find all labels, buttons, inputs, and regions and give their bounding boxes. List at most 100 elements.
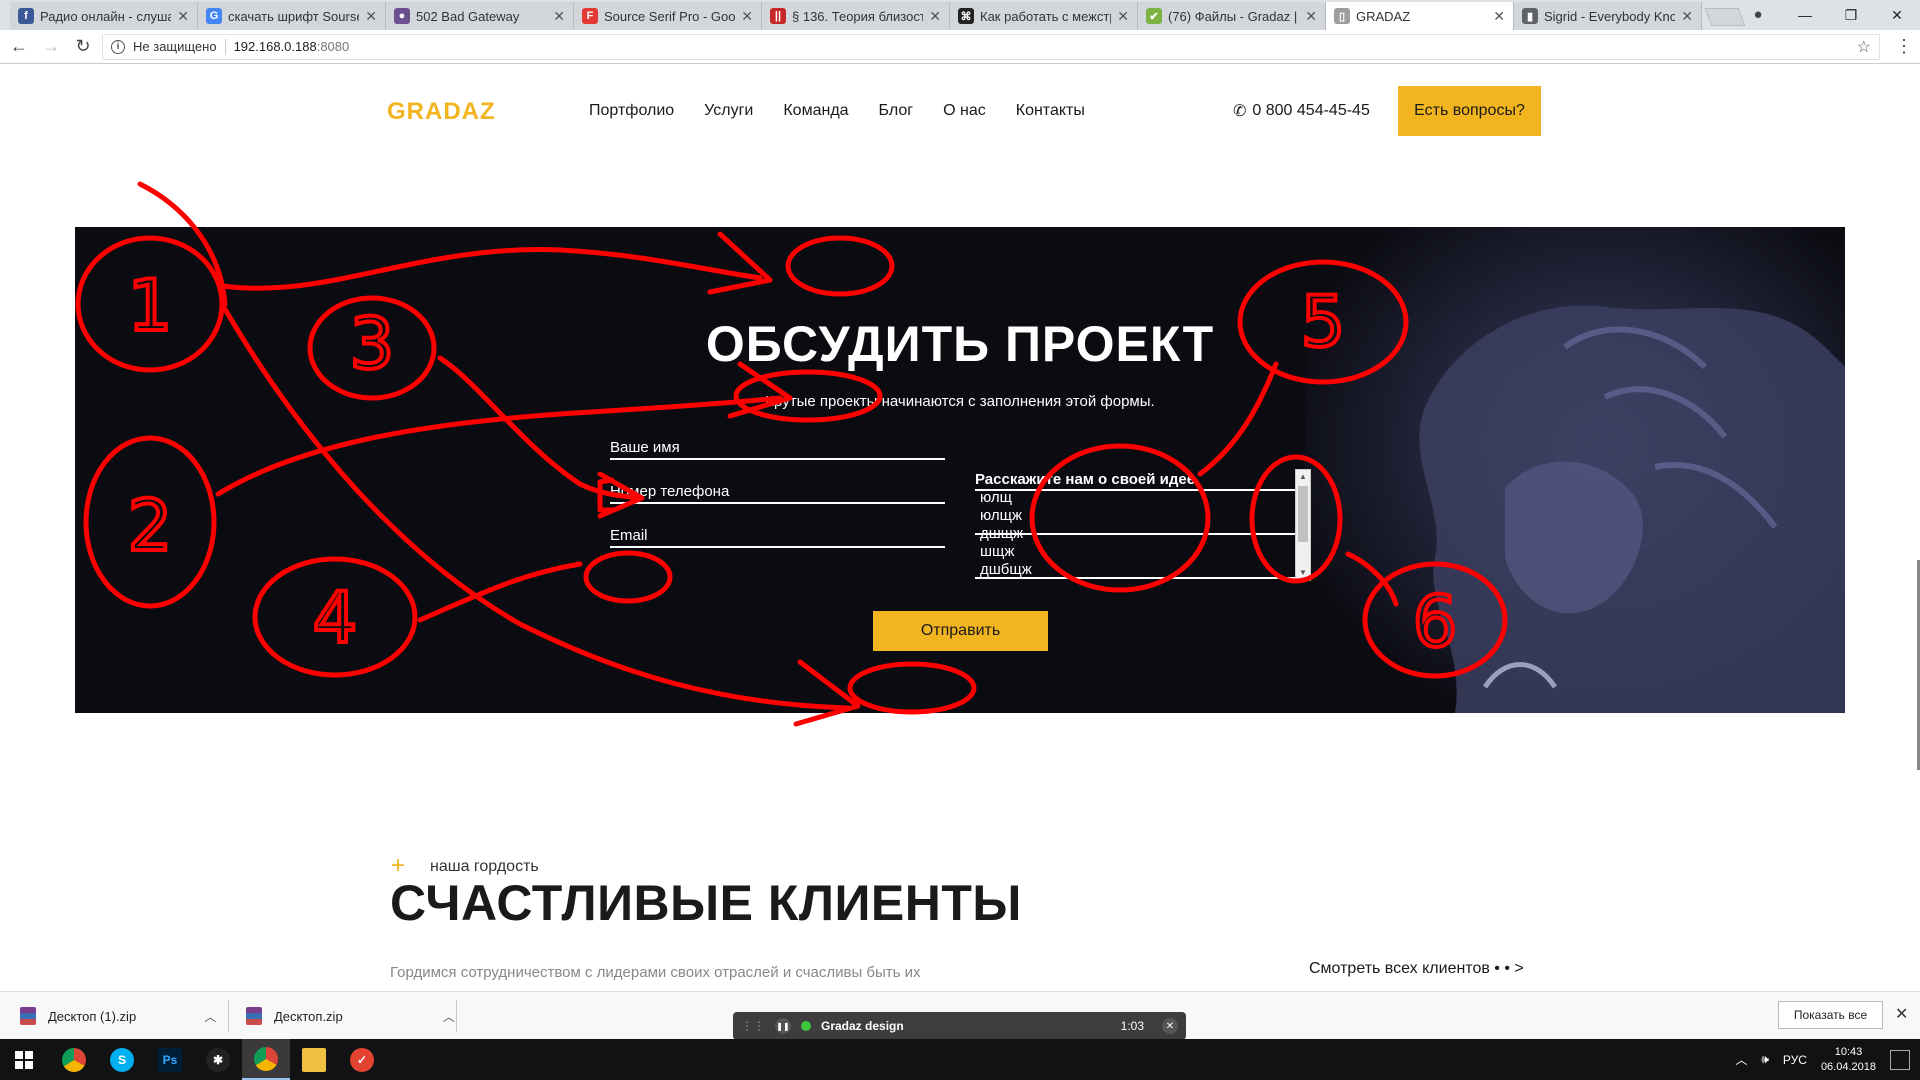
clock-time: 10:43 <box>1834 1045 1863 1058</box>
browser-tab-strip: f Радио онлайн - слуша ✕ Gскачать шрифт Sou… <box>0 0 1920 30</box>
todoist-icon[interactable]: ✓ <box>338 1039 386 1080</box>
close-window-icon[interactable]: ✕ <box>1874 0 1920 30</box>
email-field[interactable]: Email <box>610 524 945 548</box>
questions-button[interactable]: Есть вопросы? <box>1398 86 1541 136</box>
back-icon[interactable]: ← <box>6 34 32 60</box>
nav-item-blog[interactable]: Блог <box>879 102 914 120</box>
idea-textarea[interactable]: Расскажите нам о своей идее юлщ юлщж дшщ… <box>975 469 1311 581</box>
profile-icon[interactable]: ● <box>1748 4 1768 24</box>
nav-item-portfolio[interactable]: Портфолио <box>589 102 674 120</box>
idea-text: юлщ юлщж дшщж шщж дшбщж <box>980 489 1032 579</box>
browser-tab[interactable]: || § 136. Теория близост ✕ <box>762 2 950 30</box>
show-all-button[interactable]: Показать все <box>1778 1001 1883 1029</box>
idea-line: дшбщж <box>980 561 1032 578</box>
browser-tab[interactable]: f Радио онлайн - слуша ✕ <box>10 2 198 30</box>
browser-tab[interactable]: Gскачать шрифт Sourse ✕ <box>198 2 386 30</box>
tab-close-icon[interactable]: ✕ <box>365 8 377 25</box>
chrome-active-icon[interactable] <box>242 1039 290 1080</box>
language-indicator[interactable]: РУС <box>1783 1053 1807 1067</box>
scroll-down-icon[interactable]: ▼ <box>1296 566 1310 580</box>
idea-line: юлщж <box>980 507 1023 524</box>
idea-line: шщж <box>980 543 1015 560</box>
browser-tab[interactable]: ▯ GRADAZ ✕ <box>1326 2 1514 30</box>
site-logo[interactable]: GRADAZ <box>387 98 496 126</box>
contact-banner: ОБСУДИТЬ ПРОЕКТ Крутые проекты начинаютс… <box>75 227 1845 713</box>
speaker-icon[interactable]: 🕪 <box>1761 1052 1769 1067</box>
nav-item-about[interactable]: О нас <box>943 102 986 120</box>
name-label: Ваше имя <box>610 439 680 456</box>
sculpture-image <box>1305 227 1845 713</box>
nav-item-contacts[interactable]: Контакты <box>1016 102 1085 120</box>
pause-icon[interactable]: ❚❚ <box>775 1018 791 1034</box>
minimize-icon[interactable]: — <box>1782 0 1828 30</box>
tab-close-icon[interactable]: ✕ <box>741 8 753 25</box>
forward-icon[interactable]: → <box>38 34 64 60</box>
tab-title: GRADAZ <box>1356 8 1411 24</box>
tab-title: § 136. Теория близост <box>792 8 924 24</box>
tab-close-icon[interactable]: ✕ <box>1493 8 1505 25</box>
download-item[interactable]: Десктоп (1).zip ︿ <box>20 1000 216 1032</box>
bookmark-star-icon[interactable]: ☆ <box>1857 37 1871 57</box>
tab-favicon-icon: f <box>18 8 34 24</box>
browser-tab[interactable]: ● 502 Bad Gateway ✕ <box>386 2 574 30</box>
clients-title: СЧАСТЛИВЫЕ КЛИЕНТЫ <box>390 875 1022 931</box>
phone-icon: ✆ <box>1233 103 1247 120</box>
clock-date: 06.04.2018 <box>1820 1060 1876 1073</box>
photoshop-icon[interactable]: Ps <box>146 1039 194 1080</box>
window-controls: — ❐ ✕ <box>1782 0 1920 30</box>
chevron-up-icon[interactable]: ︿ <box>1735 1051 1747 1068</box>
nav-item-services[interactable]: Услуги <box>704 102 753 120</box>
name-field[interactable]: Ваше имя <box>610 436 945 460</box>
download-item[interactable]: Десктоп.zip ︿ <box>246 1000 455 1032</box>
scroll-up-icon[interactable]: ▲ <box>1296 470 1310 484</box>
url-input[interactable]: i Не защищено 192.168.0.188:8080 ☆ <box>102 33 1880 60</box>
idea-label: Расскажите нам о своей идее <box>975 471 1196 488</box>
all-clients-link[interactable]: Смотреть всех клиентов • • > <box>1309 960 1524 978</box>
tab-favicon-icon: G <box>206 8 222 24</box>
chevron-up-icon[interactable]: ︿ <box>204 1008 216 1025</box>
downloads-shelf: Десктоп (1).zip ︿ Десктоп.zip ︿ ⋮⋮ ❚❚ Gr… <box>0 991 1920 1040</box>
tab-favicon-icon: F <box>582 8 598 24</box>
email-label: Email <box>610 527 648 544</box>
restore-icon[interactable]: ❐ <box>1828 0 1874 30</box>
close-icon[interactable]: ✕ <box>1162 1018 1178 1034</box>
info-icon[interactable]: i <box>111 39 125 54</box>
web-page: GRADAZ Портфолио Услуги Команда Блог О н… <box>0 64 1920 991</box>
file-explorer-icon[interactable] <box>290 1039 338 1080</box>
browser-tab[interactable]: ⌘ Как работать с межстр ✕ <box>950 2 1138 30</box>
slack-icon[interactable]: ✱ <box>194 1039 242 1080</box>
tab-close-icon[interactable]: ✕ <box>1305 8 1317 25</box>
windows-start-icon[interactable] <box>0 1039 48 1080</box>
phone-link[interactable]: ✆ 0 800 454-45-45 <box>1233 101 1370 121</box>
tab-close-icon[interactable]: ✕ <box>177 8 189 25</box>
chevron-up-icon[interactable]: ︿ <box>443 1008 455 1025</box>
clock[interactable]: 10:43 06.04.2018 <box>1821 1045 1876 1075</box>
skype-icon[interactable]: S <box>98 1039 146 1080</box>
tab-close-icon[interactable]: ✕ <box>929 8 941 25</box>
nav-item-team[interactable]: Команда <box>783 102 848 120</box>
page-scrollbar[interactable] <box>1916 64 1920 991</box>
textarea-scrollbar[interactable]: ▲ ▼ <box>1295 469 1311 581</box>
close-shelf-icon[interactable]: ✕ <box>1895 1004 1908 1024</box>
phone-field[interactable]: Номер телефона <box>610 480 945 504</box>
tab-favicon-icon: ▮ <box>1522 8 1538 24</box>
winrar-archive-icon <box>246 1007 262 1025</box>
reload-icon[interactable]: ↻ <box>70 34 96 60</box>
tab-title: скачать шрифт Sourse <box>228 8 360 24</box>
browser-tab[interactable]: ▮ Sigrid - Everybody Kno ✕ <box>1514 2 1702 30</box>
submit-button[interactable]: Отправить <box>873 611 1048 651</box>
tab-close-icon[interactable]: ✕ <box>1117 8 1129 25</box>
tab-close-icon[interactable]: ✕ <box>1681 8 1693 25</box>
new-tab-button[interactable] <box>1704 8 1746 26</box>
browser-tab[interactable]: ✔ (76) Файлы - Gradaz | V ✕ <box>1138 2 1326 30</box>
chrome-icon[interactable] <box>50 1039 98 1080</box>
url-host: 192.168.0.188 <box>233 39 317 54</box>
download-filename: Десктоп.zip <box>274 1008 343 1024</box>
notifications-icon[interactable] <box>1890 1049 1910 1070</box>
browser-tab[interactable]: F Source Serif Pro - Goo ✕ <box>574 2 762 30</box>
tab-favicon-icon: ● <box>394 8 410 24</box>
tab-close-icon[interactable]: ✕ <box>553 8 565 25</box>
browser-menu-icon[interactable]: ⋮ <box>1892 36 1916 57</box>
drag-handle-icon[interactable]: ⋮⋮ <box>741 1019 765 1033</box>
scroll-thumb[interactable] <box>1298 486 1308 542</box>
